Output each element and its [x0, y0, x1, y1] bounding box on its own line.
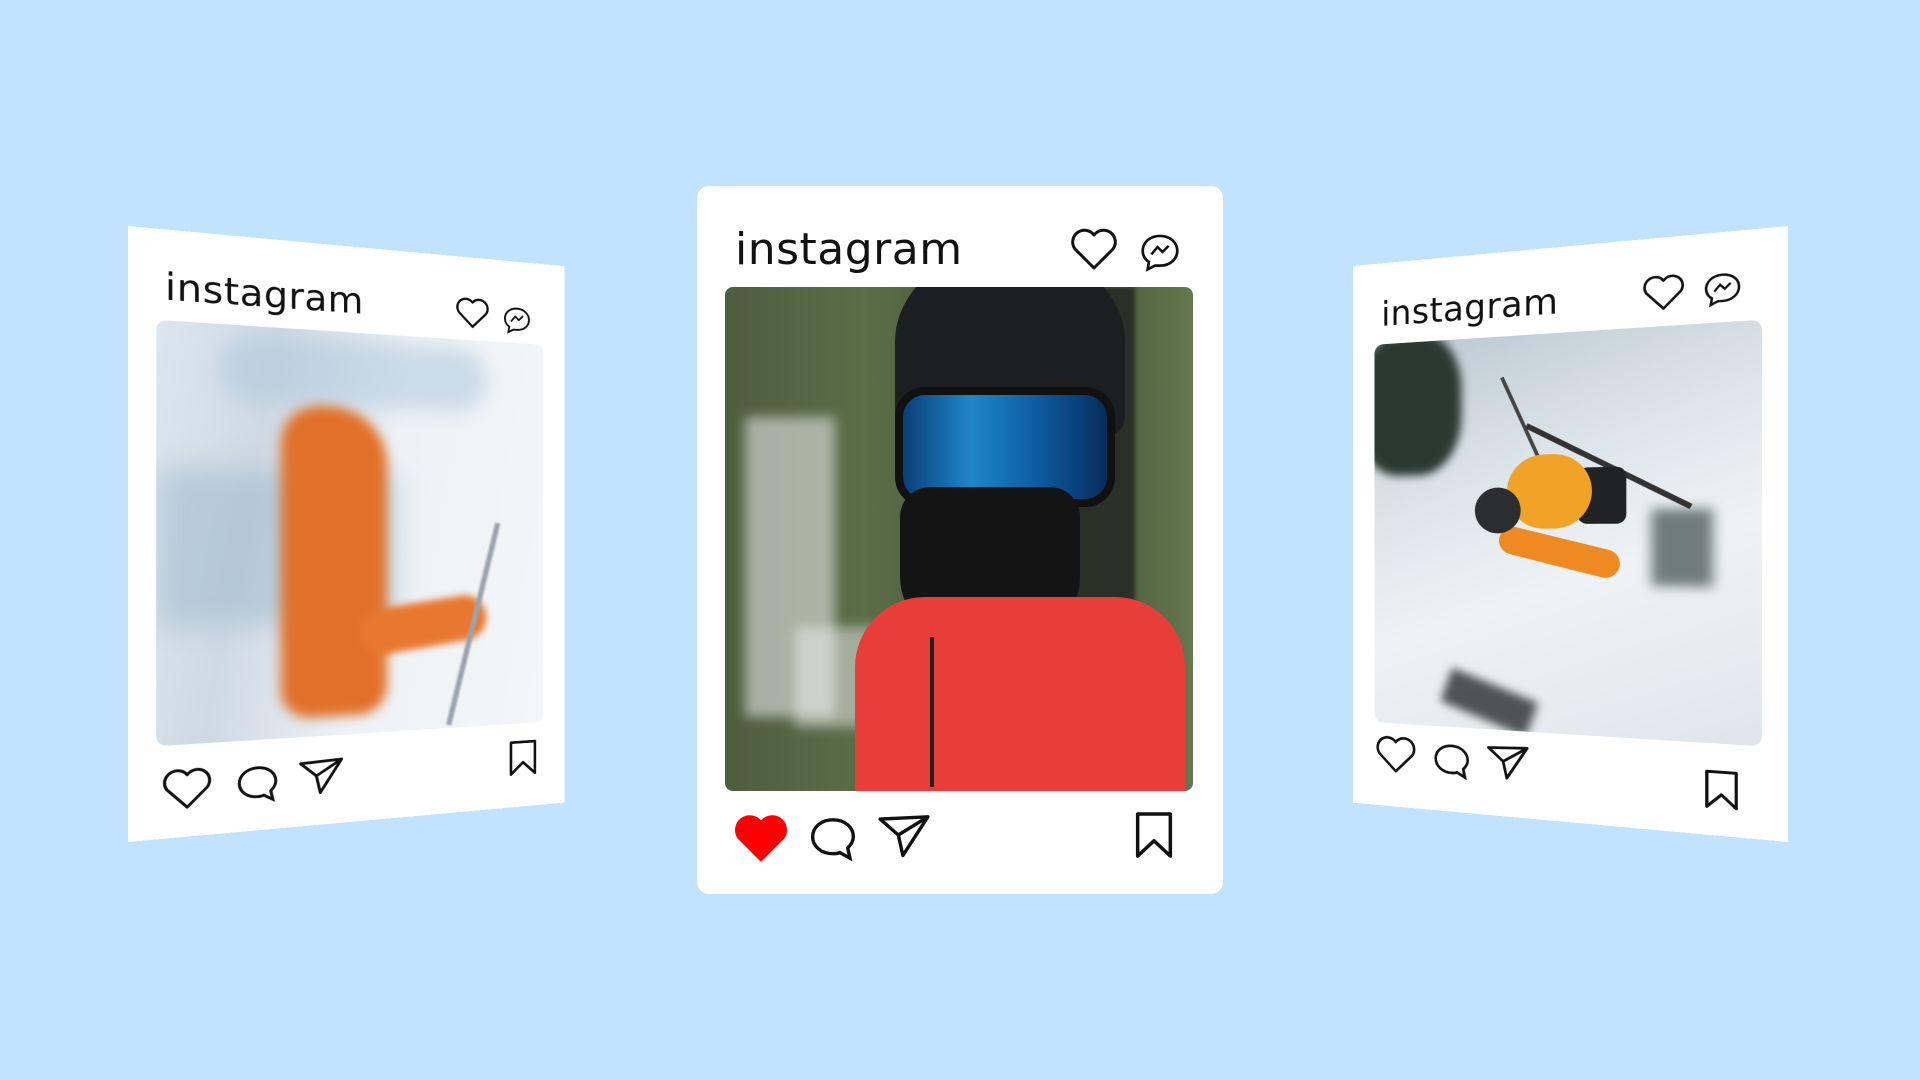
post-card-center: instagram: [697, 186, 1223, 894]
comment-bubble-icon[interactable]: [807, 814, 859, 864]
bookmark-icon[interactable]: [508, 738, 539, 777]
bookmark-icon[interactable]: [1133, 810, 1175, 860]
heart-outline-icon[interactable]: [455, 296, 490, 331]
post-card-left: instagram: [128, 226, 565, 842]
paper-plane-icon[interactable]: [875, 810, 933, 860]
post-photo[interactable]: [156, 319, 544, 747]
instagram-wordmark: instagram: [1381, 280, 1559, 334]
instagram-wordmark: instagram: [735, 224, 963, 275]
bookmark-icon[interactable]: [1703, 768, 1741, 812]
paper-plane-icon[interactable]: [297, 753, 346, 798]
heart-outline-icon[interactable]: [1069, 228, 1119, 272]
post-photo[interactable]: [1374, 319, 1762, 747]
heart-outline-icon[interactable]: [1641, 272, 1686, 314]
paper-plane-icon[interactable]: [1485, 740, 1531, 784]
heart-icon[interactable]: [161, 766, 214, 813]
comment-bubble-icon[interactable]: [1431, 740, 1472, 783]
canvas: instagram instagram instagram: [0, 0, 1920, 1080]
heart-icon[interactable]: [1375, 734, 1418, 776]
comment-bubble-icon[interactable]: [234, 761, 281, 807]
messenger-icon[interactable]: [502, 305, 531, 335]
instagram-wordmark: instagram: [164, 264, 364, 323]
messenger-icon[interactable]: [1139, 232, 1181, 272]
post-card-right: instagram: [1352, 226, 1788, 842]
messenger-icon[interactable]: [1703, 270, 1743, 308]
post-photo[interactable]: [725, 287, 1193, 791]
heart-filled-icon[interactable]: [733, 814, 789, 864]
